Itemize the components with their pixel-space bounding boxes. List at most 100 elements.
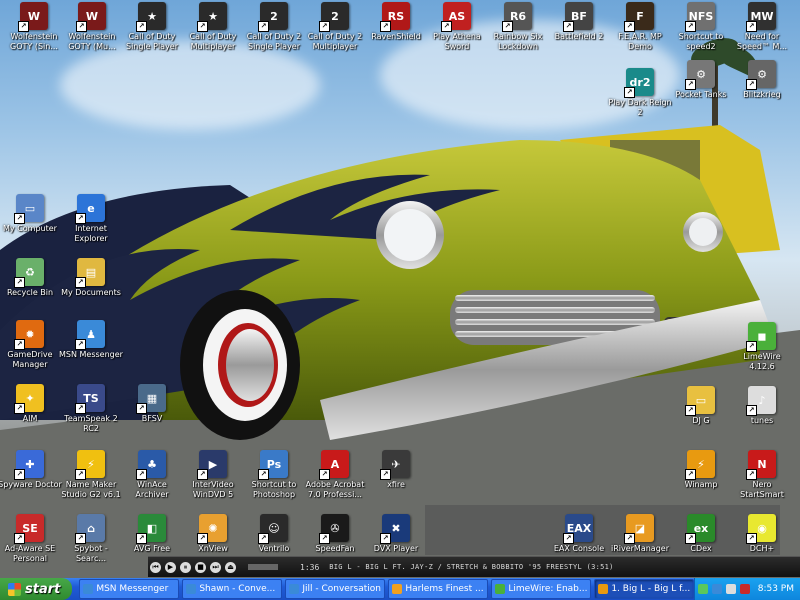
desktop-icon[interactable]: W ↗ Wolfenstein GOTY (Sin... <box>2 2 66 52</box>
desktop-icon[interactable]: ⚡ ↗ Name Maker Studio G2 v6.1 <box>59 450 123 500</box>
shortcut-arrow-icon: ↗ <box>75 277 86 288</box>
desktop-icon[interactable]: N ↗ Nero StartSmart <box>730 450 794 500</box>
shortcut-arrow-icon: ↗ <box>258 469 269 480</box>
taskbar-button-label: Shawn - Conve... <box>199 584 276 594</box>
network-icon[interactable] <box>697 584 708 594</box>
desktop-icon[interactable]: EAX ↗ EAX Console <box>547 514 611 554</box>
desktop-icon-label: Recycle Bin <box>6 288 54 297</box>
desktop-icon[interactable]: SE ↗ Ad-Aware SE Personal <box>0 514 62 564</box>
desktop-icon[interactable]: ⚡ ↗ Winamp <box>669 450 733 490</box>
desktop-icon[interactable]: A ↗ Adobe Acrobat 7.0 Professi... <box>303 450 367 500</box>
desktop-icon[interactable]: ♪ ↗ tunes <box>730 386 794 426</box>
desktop-icon[interactable]: ✺ ↗ XnView <box>181 514 245 554</box>
name-maker-icon: ⚡ ↗ <box>75 450 105 480</box>
taskbar-button[interactable]: MSN Messenger <box>79 579 180 599</box>
rainbow-six-icon: R6 ↗ <box>502 2 532 32</box>
start-button[interactable]: start <box>0 578 73 600</box>
desktop-icon[interactable]: R6 ↗ Rainbow Six Lockdown <box>486 2 550 52</box>
desktop-icon[interactable]: ★ ↗ Call of Duty Single Player <box>120 2 184 52</box>
shortcut-arrow-icon: ↗ <box>319 469 330 480</box>
desktop-icon[interactable]: ◼ ↗ LimeWire 4.12.6 <box>730 322 794 372</box>
desktop-icon[interactable]: dr2 ↗ Play Dark Reign 2 <box>608 68 672 118</box>
ad-aware-icon: SE ↗ <box>14 514 44 544</box>
desktop-icon[interactable]: NFS ↗ Shortcut to speed2 <box>669 2 733 52</box>
desktop-icon[interactable]: ✇ ↗ SpeedFan <box>303 514 367 554</box>
shortcut-arrow-icon: ↗ <box>258 533 269 544</box>
desktop-icon-label: AVG Free <box>133 544 171 553</box>
winamp-player-bar[interactable]: ⏮ ▶ ⏸ ■ ⏭ ⏏ 1:36 BIG L - BIG L FT. JAY-Z… <box>148 556 800 577</box>
winamp-time: 1:36 <box>300 562 320 572</box>
desktop-icon[interactable]: ✖ ↗ DVX Player <box>364 514 428 554</box>
shortcut-arrow-icon: ↗ <box>18 21 29 32</box>
winamp-stop-button[interactable]: ■ <box>195 561 206 573</box>
taskbar-button[interactable]: Shawn - Conve... <box>182 579 283 599</box>
desktop-icon[interactable]: ⌂ ↗ Spybot - Searc... <box>59 514 123 564</box>
shortcut-arrow-icon: ↗ <box>258 21 269 32</box>
desktop-icon[interactable]: MW ↗ Need for Speed™ M... <box>730 2 794 52</box>
desktop-icon[interactable]: RS ↗ RavenShield <box>364 2 428 42</box>
desktop-icon[interactable]: ✹ ↗ GameDrive Manager <box>0 320 62 370</box>
winamp-prev-button[interactable]: ⏮ <box>150 561 161 573</box>
winamp-play-button[interactable]: ▶ <box>165 561 176 573</box>
taskbar-button[interactable]: LimeWire: Enab... <box>491 579 592 599</box>
desktop-icon[interactable]: ✚ ↗ Spyware Doctor <box>0 450 62 490</box>
desktop-icon[interactable]: ▦ ↗ BFSV <box>120 384 184 424</box>
desktop-icon[interactable]: ★ ↗ Call of Duty Multiplayer <box>181 2 245 52</box>
desktop-icon[interactable]: ▤ ↗ My Documents <box>59 258 123 298</box>
desktop-icon[interactable]: Ps ↗ Shortcut to Photoshop <box>242 450 306 500</box>
shortcut-arrow-icon: ↗ <box>76 21 87 32</box>
desktop-icon[interactable]: TS ↗ TeamSpeak 2 RC2 <box>59 384 123 434</box>
desktop-icon[interactable]: 2 ↗ Call of Duty 2 Multiplayer <box>303 2 367 52</box>
desktop-icon[interactable]: ⚙ ↗ Pocket Tanks <box>669 60 733 100</box>
desktop-icon[interactable]: ▶ ↗ InterVideo WinDVD 5 <box>181 450 245 500</box>
antivirus-tray-icon[interactable] <box>739 584 750 594</box>
taskbar-button[interactable]: 1. Big L - Big L f... <box>594 579 695 599</box>
limewire-icon: ◼ ↗ <box>746 322 776 352</box>
desktop-icon[interactable]: ⚙ ↗ Blitzkrieg <box>730 60 794 100</box>
desktop-icon[interactable]: 2 ↗ Call of Duty 2 Single Player <box>242 2 306 52</box>
shortcut-arrow-icon: ↗ <box>685 405 696 416</box>
taskbar-button[interactable]: Harlems Finest ... <box>388 579 489 599</box>
desktop-icon[interactable]: AS ↗ Play Athena Sword <box>425 2 489 52</box>
desktop-icon[interactable]: ♣ ↗ WinAce Archiver <box>120 450 184 500</box>
desktop-icon[interactable]: BF ↗ Battlefield 2 <box>547 2 611 42</box>
msn-tray-icon[interactable] <box>711 584 722 594</box>
desktop-icon[interactable]: ✦ ↗ AIM <box>0 384 62 424</box>
desktop-icon-label: Blitzkrieg <box>743 90 781 99</box>
desktop-icon-label: Name Maker Studio G2 v6.1 <box>61 480 121 499</box>
desktop-icon[interactable]: ✈ ↗ xfire <box>364 450 428 490</box>
winamp-next-button[interactable]: ⏭ <box>210 561 221 573</box>
desktop[interactable]: W ↗ Wolfenstein GOTY (Sin... W ↗ Wolfenstein … <box>0 0 800 578</box>
winamp-volume-slider[interactable] <box>248 564 278 570</box>
shortcut-arrow-icon: ↗ <box>197 21 208 32</box>
desktop-icon[interactable]: F ↗ F.E.A.R. MP Demo <box>608 2 672 52</box>
taskbar: start MSN Messenger Shawn - Conve... Jill … <box>0 578 800 600</box>
volume-icon[interactable] <box>725 584 736 594</box>
desktop-icon-label: MSN Messenger <box>59 350 123 359</box>
cdex-icon: ex ↗ <box>685 514 715 544</box>
desktop-icon[interactable]: W ↗ Wolfenstein GOTY (Mu... <box>60 2 124 52</box>
desktop-icon[interactable]: ♟ ↗ MSN Messenger <box>59 320 123 360</box>
desktop-icon-label: iRiverManager <box>610 544 669 553</box>
desktop-icon[interactable]: e ↗ Internet Explorer <box>59 194 123 244</box>
shortcut-arrow-icon: ↗ <box>746 21 757 32</box>
desktop-icon[interactable]: ◪ ↗ iRiverManager <box>608 514 672 554</box>
desktop-icon-label: AIM <box>22 414 38 423</box>
ravenshield-icon: RS ↗ <box>380 2 410 32</box>
taskbar-button-label: Jill - Conversation <box>302 584 381 594</box>
eax-icon: EAX ↗ <box>563 514 593 544</box>
winamp-pause-button[interactable]: ⏸ <box>180 561 191 573</box>
desktop-icon[interactable]: ◧ ↗ AVG Free <box>120 514 184 554</box>
desktop-icon[interactable]: ♻ ↗ Recycle Bin <box>0 258 62 298</box>
shortcut-arrow-icon: ↗ <box>14 339 25 350</box>
desktop-icon[interactable]: ◉ ↗ DCH+ <box>730 514 794 554</box>
desktop-icon[interactable]: ☺ ↗ Ventrilo <box>242 514 306 554</box>
taskbar-button[interactable]: Jill - Conversation <box>285 579 386 599</box>
desktop-icon[interactable]: ex ↗ CDex <box>669 514 733 554</box>
desktop-icon[interactable]: ▭ ↗ DJ G <box>669 386 733 426</box>
desktop-icon-label: xfire <box>387 480 405 489</box>
winamp-open-button[interactable]: ⏏ <box>225 561 236 573</box>
call-of-duty-icon: ★ ↗ <box>197 2 227 32</box>
desktop-icon[interactable]: ▭ ↗ My Computer <box>0 194 62 234</box>
taskbar-clock[interactable]: 8:53 PM <box>758 584 794 594</box>
